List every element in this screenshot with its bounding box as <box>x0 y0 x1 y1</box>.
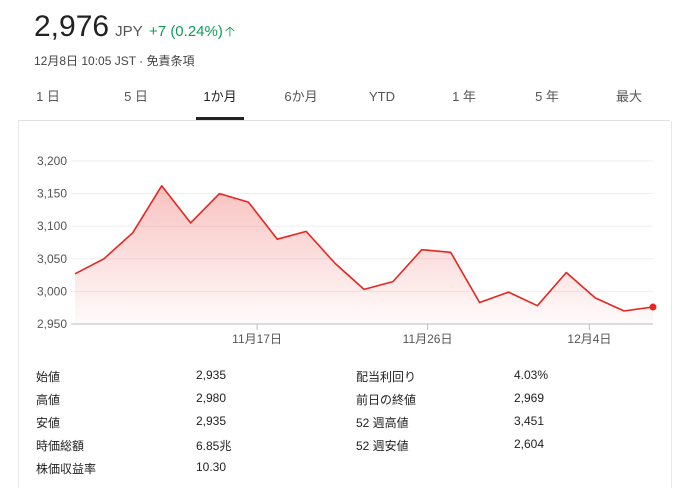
stat-value: 3,451 <box>514 414 545 428</box>
stat-label: 前日の終値 <box>356 393 417 407</box>
tab-5d[interactable]: 5 日 <box>114 82 158 120</box>
x-tick-label: 11月26日 <box>403 332 453 346</box>
y-tick-label: 2,950 <box>37 317 67 331</box>
stat-label: 時価総額 <box>36 439 85 453</box>
price-chart[interactable]: 2,950 3,000 3,050 3,100 3,150 3,200 11月17日 11月2… <box>19 121 671 366</box>
y-tick-label: 3,150 <box>37 187 67 201</box>
stat-label: 配当利回り <box>356 370 417 384</box>
stat-label: 始値 <box>36 370 61 384</box>
stat-value: 2,604 <box>514 437 545 451</box>
currency-code: JPY <box>115 23 143 40</box>
price-area <box>75 185 653 324</box>
arrow-up-icon: 🡡 <box>224 23 235 39</box>
tab-ytd[interactable]: YTD <box>360 82 404 120</box>
stat-label: 52 週高値 <box>356 416 409 430</box>
price-change: +7 (0.24%) <box>149 23 223 40</box>
stat-value: 10.30 <box>196 460 227 474</box>
range-tabs: 1 日 5 日 1か月 6か月 YTD 1 年 5 年 最大 <box>18 82 670 121</box>
current-price: 2,976 <box>34 10 110 43</box>
tab-1m[interactable]: 1か月 <box>196 82 244 120</box>
stat-value: 2,935 <box>196 414 227 428</box>
stat-label: 高値 <box>36 393 61 407</box>
tab-1d[interactable]: 1 日 <box>26 82 70 120</box>
stat-value: 2,969 <box>514 391 545 405</box>
y-tick-label: 3,000 <box>37 284 67 298</box>
x-tick-label: 12月4日 <box>567 332 611 346</box>
stat-value: 4.03% <box>514 368 549 382</box>
stat-label: 安値 <box>36 416 61 430</box>
tab-6m[interactable]: 6か月 <box>276 82 326 120</box>
stat-value: 2,980 <box>196 391 227 405</box>
tab-5y[interactable]: 5 年 <box>525 82 569 120</box>
tab-1y[interactable]: 1 年 <box>442 82 486 120</box>
last-price-point <box>649 303 657 311</box>
stat-label: 株価収益率 <box>36 462 97 476</box>
chart-panel: 2,950 3,000 3,050 3,100 3,150 3,200 11月17日 11月2… <box>18 121 672 488</box>
quote-header: 2,976 JPY +7 (0.24%) 🡡 <box>34 10 235 45</box>
tab-max[interactable]: 最大 <box>607 82 651 120</box>
quote-meta: 12月8日 10:05 JST · 免責条項 <box>34 54 195 68</box>
y-tick-label: 3,050 <box>37 252 67 266</box>
y-tick-label: 3,200 <box>37 154 67 168</box>
y-tick-label: 3,100 <box>37 219 67 233</box>
stat-label: 52 週安値 <box>356 439 409 453</box>
x-tick-label: 11月17日 <box>232 332 282 346</box>
stat-value: 2,935 <box>196 368 227 382</box>
stat-value: 6.85兆 <box>196 439 232 453</box>
